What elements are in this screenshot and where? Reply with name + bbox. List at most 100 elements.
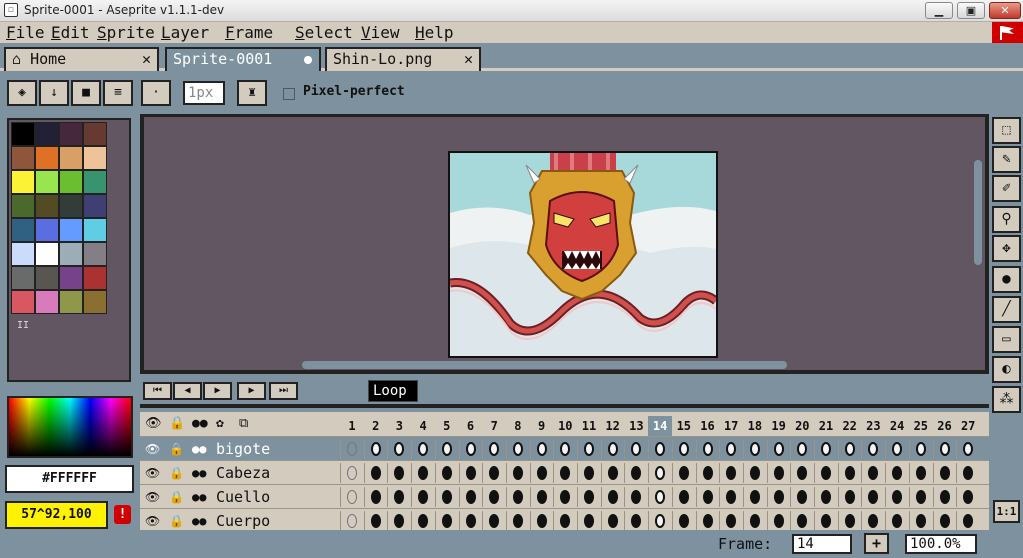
frame-cel[interactable] xyxy=(742,511,766,531)
frame-header[interactable]: 23 xyxy=(861,416,885,436)
frame-cel[interactable] xyxy=(434,439,458,459)
frame-cel[interactable] xyxy=(553,511,577,531)
frame-cel[interactable] xyxy=(411,511,435,531)
eye-icon[interactable]: 👁 xyxy=(145,439,160,459)
ink-bucket-icon[interactable]: ♜ xyxy=(237,80,267,106)
frame-header[interactable]: 10 xyxy=(553,416,577,436)
frame-cel[interactable] xyxy=(624,463,648,483)
frame-cel[interactable] xyxy=(363,439,387,459)
frame-cel[interactable] xyxy=(861,439,885,459)
layer-row[interactable]: 👁 🔒 ●● Cuerpo xyxy=(140,508,989,532)
frame-cel[interactable] xyxy=(434,463,458,483)
menu-edit[interactable]: Edit xyxy=(51,23,90,43)
frame-cel[interactable] xyxy=(458,439,482,459)
frame-cel[interactable] xyxy=(387,487,411,507)
frame-cel[interactable] xyxy=(837,463,861,483)
eye-icon[interactable]: 👁 xyxy=(145,414,162,434)
frame-cel[interactable] xyxy=(814,487,837,507)
palette-swatch[interactable] xyxy=(83,194,107,218)
frame-header[interactable]: 2 xyxy=(364,416,388,436)
frame-cel[interactable] xyxy=(766,463,790,483)
play-button[interactable]: ▶ xyxy=(203,382,232,400)
lock-icon[interactable]: 🔒 xyxy=(169,487,184,507)
blur-tool-icon[interactable]: ◐ xyxy=(992,356,1021,383)
frame-cel[interactable] xyxy=(505,487,529,507)
palette-swatch[interactable] xyxy=(11,290,35,314)
frame-cel[interactable] xyxy=(695,463,719,483)
frame-header[interactable]: 11 xyxy=(577,416,601,436)
frame-cel[interactable] xyxy=(861,463,885,483)
frame-header[interactable]: 16 xyxy=(696,416,720,436)
frame-cel[interactable] xyxy=(885,511,909,531)
frame-header[interactable]: 21 xyxy=(814,416,838,436)
frame-cel[interactable] xyxy=(482,487,506,507)
palette-swatch[interactable] xyxy=(11,242,35,266)
frame-cel[interactable] xyxy=(505,463,529,483)
frame-cel[interactable] xyxy=(932,439,956,459)
palette-swatch[interactable] xyxy=(35,146,59,170)
rectangle-tool-icon[interactable]: ▭ xyxy=(992,326,1021,353)
frame-cel[interactable] xyxy=(553,439,577,459)
eye-icon[interactable]: 👁 xyxy=(145,487,160,507)
frame-cel[interactable] xyxy=(577,487,600,507)
menu-view[interactable]: View xyxy=(361,23,400,43)
brush-shape-button[interactable]: · xyxy=(141,80,171,106)
frame-cel[interactable] xyxy=(885,439,909,459)
frame-cel[interactable] xyxy=(742,487,766,507)
frame-header[interactable]: 24 xyxy=(885,416,909,436)
frame-cel[interactable] xyxy=(600,511,624,531)
frame-cel[interactable] xyxy=(577,463,600,483)
frame-header[interactable]: 18 xyxy=(743,416,767,436)
menu-lines-icon[interactable]: ≡ xyxy=(103,80,133,106)
palette-swatch[interactable] xyxy=(35,194,59,218)
frame-cel[interactable] xyxy=(482,463,506,483)
eyedropper-tool-icon[interactable]: ✐ xyxy=(992,175,1021,202)
menu-help[interactable]: Help xyxy=(415,23,454,43)
palette-swatch[interactable] xyxy=(59,266,83,290)
loop-tag[interactable]: Loop xyxy=(368,380,418,402)
frame-cel[interactable] xyxy=(814,463,837,483)
palette-swatch[interactable] xyxy=(59,170,83,194)
frame-cel[interactable] xyxy=(837,487,861,507)
frame-header[interactable]: 8 xyxy=(506,416,530,436)
frame-cel[interactable] xyxy=(932,487,956,507)
layer-name[interactable]: Cuello xyxy=(216,487,270,507)
frame-cel[interactable] xyxy=(742,439,766,459)
palette-swatch[interactable] xyxy=(35,122,59,146)
frame-cel[interactable] xyxy=(600,439,624,459)
frame-cel[interactable] xyxy=(956,487,980,507)
frame-header[interactable]: 17 xyxy=(719,416,743,436)
fill-tool-icon[interactable]: ● xyxy=(992,266,1021,293)
frame-cel[interactable] xyxy=(719,463,743,483)
frame-header[interactable]: 15 xyxy=(672,416,696,436)
lock-icon[interactable]: 🔒 xyxy=(169,511,184,531)
layer-row[interactable]: 👁 🔒 ●● bigote xyxy=(140,436,989,460)
palette-swatch[interactable] xyxy=(35,290,59,314)
line-tool-icon[interactable]: ╱ xyxy=(992,296,1021,323)
brush-size-input[interactable]: 1px xyxy=(183,81,225,105)
palette-swatch[interactable] xyxy=(35,170,59,194)
frame-cel[interactable] xyxy=(908,463,932,483)
close-button[interactable]: ✕ xyxy=(989,2,1021,19)
link-icon[interactable]: ●● xyxy=(192,414,208,434)
eye-icon[interactable]: 👁 xyxy=(145,511,160,531)
frame-cel[interactable] xyxy=(837,511,861,531)
palette-swatch[interactable] xyxy=(11,170,35,194)
palette-swatch[interactable] xyxy=(11,218,35,242)
layer-name[interactable]: Cabeza xyxy=(216,463,270,483)
frame-cel[interactable] xyxy=(529,487,553,507)
frame-cel[interactable] xyxy=(648,439,672,459)
frame-cel[interactable] xyxy=(671,463,695,483)
frame-cel[interactable] xyxy=(505,439,529,459)
frame-cel[interactable] xyxy=(434,487,458,507)
frame-header[interactable]: 12 xyxy=(601,416,625,436)
tab-home[interactable]: ⌂ Home ✕ xyxy=(4,47,159,71)
layer-name[interactable]: Cuerpo xyxy=(216,511,270,531)
frame-cel[interactable] xyxy=(363,463,387,483)
close-icon[interactable]: ✕ xyxy=(142,49,151,70)
menu-sprite[interactable]: Sprite xyxy=(97,23,155,43)
frame-cel[interactable] xyxy=(837,439,861,459)
marquee-tool-icon[interactable]: ⬚ xyxy=(992,117,1021,144)
pixel-ratio-button[interactable]: 1:1 xyxy=(993,500,1020,523)
frame-cel[interactable] xyxy=(340,511,363,531)
